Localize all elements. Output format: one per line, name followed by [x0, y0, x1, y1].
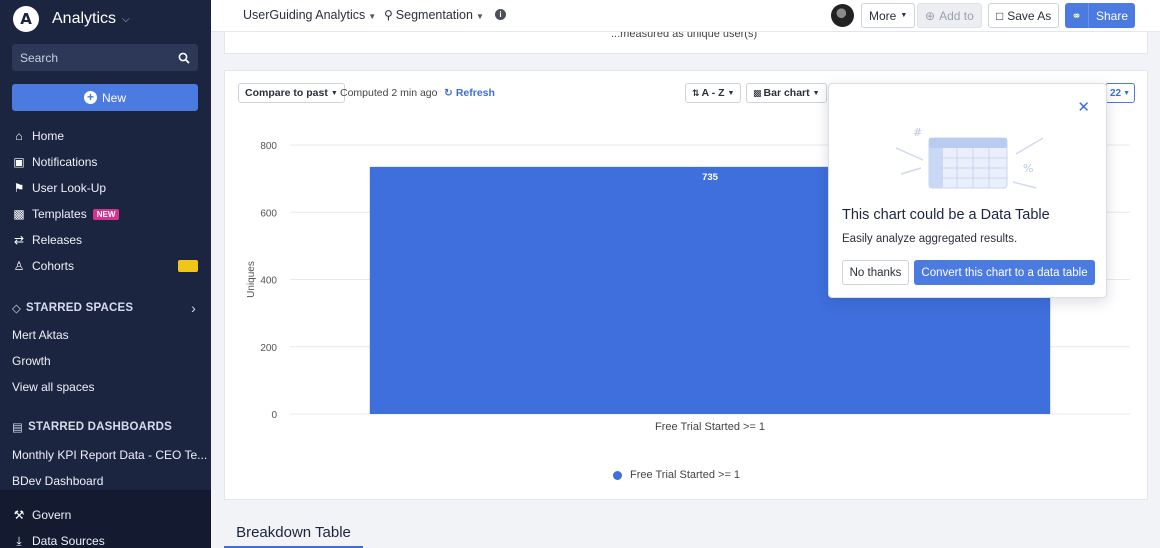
space-item[interactable]: Growth	[12, 354, 51, 368]
sidebar-item-data-sources[interactable]: ⤓ Data Sources	[12, 531, 204, 548]
sidebar-item-label: Home	[32, 129, 65, 143]
sidebar-item-templates[interactable]: ▩ Templates NEW	[12, 204, 204, 224]
releases-icon: ⇄	[13, 233, 25, 247]
sidebar-item-notifications[interactable]: ▣ Notifications	[12, 152, 204, 172]
popup-title: This chart could be a Data Table	[842, 207, 1050, 223]
data-table-illustration-icon: # %	[895, 126, 1044, 189]
plus-icon: +	[83, 91, 97, 104]
project-selector[interactable]: UserGuiding Analytics ▼	[243, 8, 376, 22]
legend-swatch	[613, 470, 622, 480]
sidebar-item-cohorts[interactable]: ♙ Cohorts	[12, 256, 204, 276]
home-icon: ⌂	[15, 129, 23, 143]
templates-icon: ▩	[13, 207, 25, 221]
info-icon[interactable]: i	[495, 9, 506, 20]
top-bar: UserGuiding Analytics ▼ ⚲ Segmentation ▼ i …	[211, 0, 1160, 32]
data-table-suggestion-popup: ✕ # % This chart could be a Data Table E…	[828, 83, 1107, 298]
new-button-label: New	[101, 90, 126, 105]
sidebar: A Analytics ⌵ Search + New ⌂ Home ▣ Noti…	[0, 0, 211, 548]
space-item[interactable]: Mert Aktas	[12, 328, 69, 342]
chevron-down-icon: ▼	[475, 12, 484, 21]
no-thanks-button[interactable]: No thanks	[842, 260, 909, 285]
svg-text:%: %	[1023, 162, 1033, 175]
x-tick-label: Free Trial Started >= 1	[655, 421, 765, 433]
sidebar-item-label: Templates	[32, 207, 87, 221]
plus-circle-icon: ⊕	[925, 8, 936, 23]
search-input[interactable]: Search	[12, 44, 198, 71]
starred-dashboards-label: STARRED DASHBOARDS	[28, 421, 173, 433]
y-tick-label: 600	[260, 208, 277, 219]
bar-value-label: 735	[702, 172, 719, 183]
more-button[interactable]: More ▼	[861, 3, 916, 28]
chevron-down-icon: ▼	[900, 12, 908, 19]
data-sources-icon: ⤓	[16, 533, 22, 548]
dashboard-item[interactable]: BDev Dashboard	[12, 474, 103, 488]
sidebar-item-govern[interactable]: ⚒ Govern	[12, 505, 204, 525]
new-button[interactable]: + New	[12, 84, 198, 111]
starred-dashboards-header[interactable]: ▤ STARRED DASHBOARDS	[12, 420, 196, 434]
y-tick-label: 0	[271, 410, 277, 421]
sidebar-item-label: Data Sources	[32, 534, 105, 548]
save-icon: □	[996, 8, 1004, 23]
project-name: UserGuiding Analytics	[243, 8, 366, 22]
amplitude-logo-icon: A	[13, 6, 39, 32]
query-summary-card: ...measured as unique user(s)	[224, 32, 1148, 54]
sidebar-item-home[interactable]: ⌂ Home	[12, 126, 204, 146]
govern-icon: ⚒	[13, 508, 25, 522]
avatar[interactable]	[831, 4, 854, 27]
app-switcher[interactable]: A Analytics ⌵	[13, 6, 130, 32]
view-all-spaces-link[interactable]: View all spaces	[12, 380, 95, 394]
y-axis-label: Uniques	[246, 261, 257, 298]
legend-label[interactable]: Free Trial Started >= 1	[630, 469, 740, 481]
measured-as-text: ...measured as unique user(s)	[611, 32, 758, 40]
user-lookup-icon: ⚑	[13, 181, 25, 195]
save-as-button[interactable]: □ Save As	[988, 3, 1060, 28]
segmentation-icon: ⚲	[384, 8, 393, 22]
sidebar-item-label: Cohorts	[32, 259, 75, 273]
chevron-right-icon: ›	[191, 300, 196, 316]
add-to-button[interactable]: ⊕ Add to	[917, 3, 982, 28]
y-tick-label: 800	[260, 141, 277, 152]
more-label: More	[869, 8, 897, 23]
chart-legend: Free Trial Started >= 1	[613, 469, 740, 481]
sidebar-item-releases[interactable]: ⇄ Releases	[12, 230, 204, 250]
sidebar-item-label: Notifications	[32, 155, 98, 169]
sidebar-item-label: Govern	[32, 508, 72, 522]
search-icon	[178, 52, 190, 64]
tab-breakdown-table[interactable]: Breakdown Table	[224, 518, 363, 548]
share-button-group: ⚭ Share	[1065, 3, 1135, 28]
share-button[interactable]: Share	[1089, 9, 1135, 23]
search-placeholder: Search	[20, 50, 59, 65]
link-icon[interactable]: ⚭	[1065, 3, 1089, 28]
sidebar-item-label: Releases	[32, 233, 83, 247]
starred-spaces-header[interactable]: ◇ STARRED SPACES ›	[12, 300, 196, 316]
chart-type-name: Segmentation	[395, 8, 473, 22]
dashboard-item[interactable]: Monthly KPI Report Data - CEO Te...	[12, 448, 207, 462]
chevron-down-icon: ▼	[368, 12, 377, 21]
y-tick-label: 200	[260, 343, 277, 354]
convert-to-table-button[interactable]: Convert this chart to a data table	[914, 260, 1095, 285]
app-name: Analytics	[52, 10, 117, 27]
starred-spaces-label: STARRED SPACES	[26, 302, 134, 314]
cohort-upgrade-icon	[178, 260, 198, 272]
cohorts-icon: ♙	[13, 259, 25, 273]
close-icon[interactable]: ✕	[1077, 98, 1090, 116]
notifications-icon: ▣	[13, 155, 25, 169]
chart-type-selector[interactable]: ⚲ Segmentation ▼	[384, 8, 484, 22]
chevron-down-icon: ⌵	[122, 13, 130, 25]
spaces-icon: ◇	[12, 303, 22, 315]
popup-description: Easily analyze aggregated results.	[842, 233, 1018, 245]
save-as-label: Save As	[1007, 8, 1052, 23]
sidebar-item-label: User Look-Up	[32, 181, 107, 195]
add-to-label: Add to	[939, 8, 974, 23]
dashboards-icon: ▤	[12, 422, 24, 434]
new-badge: NEW	[92, 208, 120, 220]
y-tick-label: 400	[260, 276, 277, 287]
svg-text:#: #	[913, 126, 922, 139]
sidebar-item-user-lookup[interactable]: ⚑ User Look-Up	[12, 178, 204, 198]
